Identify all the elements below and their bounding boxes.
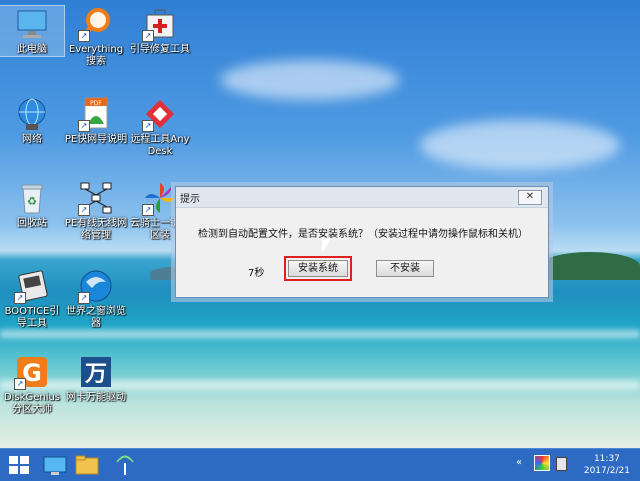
anydesk-icon: ↗	[142, 96, 178, 132]
taskbar-file-explorer-button[interactable]	[74, 453, 100, 477]
shortcut-arrow-icon: ↗	[78, 30, 90, 42]
tray-expand-chevron[interactable]: «	[516, 457, 522, 468]
windows-logo-icon	[9, 456, 29, 474]
network-topology-icon: ↗	[78, 180, 114, 216]
folder-icon	[75, 455, 99, 475]
desktop-icon-label: 回收站	[17, 218, 47, 229]
desktop-icon-label: PE快网导说明	[64, 134, 128, 145]
desktop-icon-label: BOOTICE引导工具	[4, 306, 60, 329]
first-aid-kit-icon: ↗	[142, 6, 178, 42]
wan-driver-icon: 万	[78, 354, 114, 390]
desktop-icon-bootice[interactable]: ↗ BOOTICE引导工具	[0, 268, 64, 330]
shortcut-arrow-icon: ↗	[78, 120, 90, 132]
svg-text:PDF: PDF	[90, 100, 102, 107]
desktop-icon-network-manager[interactable]: ↗ PE有线无线网络管理	[64, 180, 128, 242]
svg-text:♻: ♻	[27, 195, 37, 208]
system-clock[interactable]: 11:37 2017/2/21	[584, 453, 630, 477]
tray-app-icon[interactable]	[534, 455, 550, 471]
close-button[interactable]: ✕	[518, 190, 542, 205]
shortcut-arrow-icon: ↗	[78, 292, 90, 304]
desktop-icon-label: 网卡万能驱动	[66, 392, 126, 403]
desktop-icon-label: DiskGenius分区大师	[3, 392, 61, 415]
browser-globe-icon: ↗	[78, 268, 114, 304]
install-system-button[interactable]: 安装系统	[284, 256, 352, 281]
desktop-icon-label: 远程工具AnyDesk	[130, 134, 190, 157]
desktop-icon-network[interactable]: 网络	[0, 96, 64, 146]
taskbar-desktop-button[interactable]	[42, 453, 68, 477]
wallpaper-cloud	[220, 60, 400, 100]
shortcut-arrow-icon: ↗	[142, 30, 154, 42]
taskbar-network-button[interactable]	[112, 453, 138, 477]
shortcut-arrow-icon: ↗	[14, 378, 26, 390]
wallpaper-wave	[0, 330, 640, 338]
desktop-icon-boot-repair[interactable]: ↗ 引导修复工具	[128, 6, 192, 56]
monitor-icon	[43, 456, 67, 475]
desktop-icon-label: Everything搜索	[68, 44, 124, 67]
desktop-icon-theworld-browser[interactable]: ↗ 世界之窗浏览器	[64, 268, 128, 330]
do-not-install-button[interactable]: 不安装	[376, 260, 434, 277]
recycle-bin-icon: ♻	[14, 180, 50, 216]
shortcut-arrow-icon: ↗	[142, 204, 154, 216]
network-globe-icon	[14, 96, 50, 132]
desktop-icon-label: 世界之窗浏览器	[66, 306, 126, 329]
taskbar: « 11:37 2017/2/21	[0, 448, 640, 481]
pdf-document-icon: PDF ↗	[78, 96, 114, 132]
desktop-icon-label: 引导修复工具	[130, 44, 190, 55]
clock-time: 11:37	[593, 454, 620, 464]
countdown-label: 7秒	[248, 268, 265, 279]
tray-device-icon[interactable]	[556, 457, 567, 471]
diskgenius-icon: G ↗	[14, 354, 50, 390]
shortcut-arrow-icon: ↗	[14, 292, 26, 304]
desktop-icon-this-pc[interactable]: 此电脑	[0, 5, 65, 57]
wallpaper-island	[540, 252, 640, 280]
shortcut-arrow-icon: ↗	[78, 204, 90, 216]
desktop-icon-recycle-bin[interactable]: ♻ 回收站	[0, 180, 64, 230]
pinwheel-icon: ↗	[142, 180, 178, 216]
clock-date: 2017/2/21	[583, 466, 630, 476]
mouse-cursor-icon	[322, 239, 331, 253]
svg-text:万: 万	[84, 362, 107, 387]
start-button[interactable]	[6, 453, 32, 477]
computer-icon	[14, 6, 50, 42]
dialog-titlebar[interactable]: 提示 ✕	[176, 187, 548, 208]
desktop-icon-pe-readme[interactable]: PDF ↗ PE快网导说明	[64, 96, 128, 146]
desktop-icon-diskgenius[interactable]: G ↗ DiskGenius分区大师	[0, 354, 64, 416]
dialog-message: 检测到自动配置文件，是否安装系统？（安装过程中请勿操作鼠标和关机）	[198, 229, 528, 240]
install-prompt-dialog: 提示 ✕ 检测到自动配置文件，是否安装系统？（安装过程中请勿操作鼠标和关机） 7…	[175, 186, 549, 298]
magnifier-icon: ↗	[78, 6, 114, 42]
wireless-antenna-icon	[116, 455, 134, 475]
desktop-icon-nic-driver[interactable]: 万 网卡万能驱动	[64, 354, 128, 404]
dialog-title: 提示	[180, 194, 200, 205]
bootice-icon: ↗	[14, 268, 50, 304]
desktop-icon-everything[interactable]: ↗ Everything搜索	[64, 6, 128, 68]
shortcut-arrow-icon: ↗	[142, 120, 154, 132]
desktop-icon-anydesk[interactable]: ↗ 远程工具AnyDesk	[128, 96, 192, 158]
desktop-icon-label: PE有线无线网络管理	[64, 218, 128, 241]
desktop-icon-label: 此电脑	[17, 44, 47, 55]
desktop-icon-label: 网络	[22, 134, 42, 145]
wallpaper-cloud	[420, 120, 620, 170]
